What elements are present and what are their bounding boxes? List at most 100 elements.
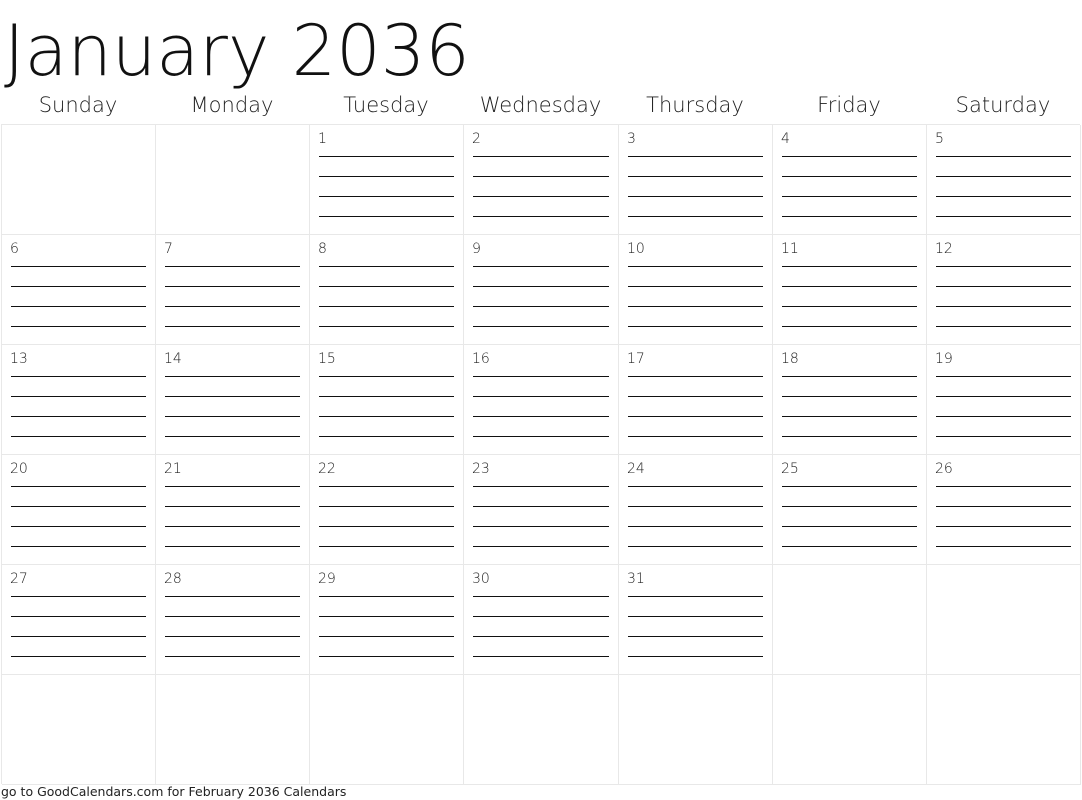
writing-line — [782, 266, 917, 267]
day-number: 18 — [781, 351, 799, 367]
writing-line — [473, 486, 609, 487]
writing-line — [165, 376, 300, 377]
day-number: 15 — [318, 351, 336, 367]
writing-line — [473, 196, 609, 197]
writing-line — [319, 326, 454, 327]
day-cell: 31 — [619, 565, 773, 675]
writing-line — [628, 306, 763, 307]
writing-line — [319, 636, 454, 637]
writing-line — [11, 596, 146, 597]
writing-line — [473, 286, 609, 287]
writing-line — [11, 546, 146, 547]
writing-line — [628, 156, 763, 157]
writing-line — [319, 376, 454, 377]
writing-line — [936, 176, 1071, 177]
writing-line — [473, 616, 609, 617]
writing-line — [473, 326, 609, 327]
empty-cell — [773, 565, 927, 675]
writing-line — [11, 306, 146, 307]
day-number: 31 — [627, 571, 645, 587]
writing-line — [782, 396, 917, 397]
day-cell: 3 — [619, 125, 773, 235]
writing-line — [165, 656, 300, 657]
writing-line — [319, 596, 454, 597]
day-number: 26 — [935, 461, 953, 477]
writing-line — [319, 656, 454, 657]
writing-line — [628, 326, 763, 327]
writing-line — [319, 546, 454, 547]
day-number: 24 — [627, 461, 645, 477]
day-number: 29 — [318, 571, 336, 587]
day-number: 28 — [164, 571, 182, 587]
writing-line — [628, 216, 763, 217]
writing-line — [165, 436, 300, 437]
writing-line — [628, 616, 763, 617]
writing-line — [319, 266, 454, 267]
writing-line — [936, 326, 1071, 327]
writing-line — [782, 156, 917, 157]
writing-line — [11, 486, 146, 487]
writing-line — [319, 216, 454, 217]
writing-line — [936, 156, 1071, 157]
writing-line — [936, 416, 1071, 417]
writing-line — [628, 656, 763, 657]
writing-line — [782, 306, 917, 307]
writing-line — [628, 636, 763, 637]
day-cell: 30 — [464, 565, 619, 675]
writing-line — [473, 636, 609, 637]
day-number: 4 — [781, 131, 790, 147]
empty-cell — [156, 125, 310, 235]
day-cell: 8 — [310, 235, 464, 345]
writing-line — [165, 506, 300, 507]
day-cell: 29 — [310, 565, 464, 675]
writing-line — [936, 486, 1071, 487]
day-number: 6 — [10, 241, 19, 257]
writing-line — [165, 526, 300, 527]
writing-line — [782, 506, 917, 507]
writing-line — [628, 506, 763, 507]
writing-line — [782, 526, 917, 527]
writing-line — [628, 396, 763, 397]
day-cell: 7 — [156, 235, 310, 345]
writing-line — [782, 286, 917, 287]
day-cell: 9 — [464, 235, 619, 345]
day-cell: 22 — [310, 455, 464, 565]
writing-line — [165, 266, 300, 267]
writing-line — [473, 596, 609, 597]
writing-line — [165, 636, 300, 637]
writing-line — [936, 376, 1071, 377]
writing-line — [628, 416, 763, 417]
writing-line — [319, 416, 454, 417]
writing-line — [11, 616, 146, 617]
writing-line — [473, 266, 609, 267]
day-number: 14 — [164, 351, 182, 367]
calendar-grid: 1 2 3 4 5 6 7 8 9 10 11 12 13 14 15 16 17 18 19 20 21 22 23 24 2… — [1, 124, 1081, 785]
writing-line — [165, 306, 300, 307]
writing-line — [165, 326, 300, 327]
day-cell: 28 — [156, 565, 310, 675]
day-number: 20 — [10, 461, 28, 477]
writing-line — [628, 486, 763, 487]
writing-line — [473, 416, 609, 417]
day-number: 22 — [318, 461, 336, 477]
writing-line — [473, 526, 609, 527]
writing-line — [936, 216, 1071, 217]
writing-line — [11, 266, 146, 267]
day-number: 23 — [472, 461, 490, 477]
writing-line — [628, 286, 763, 287]
writing-line — [782, 376, 917, 377]
writing-line — [782, 326, 917, 327]
writing-line — [11, 286, 146, 287]
weekday-wednesday: Wednesday — [479, 93, 602, 117]
writing-line — [319, 436, 454, 437]
writing-line — [628, 266, 763, 267]
writing-line — [11, 416, 146, 417]
writing-line — [936, 196, 1071, 197]
writing-line — [936, 526, 1071, 527]
day-number: 9 — [472, 241, 481, 257]
empty-cell — [2, 125, 156, 235]
weekday-monday: Monday — [190, 93, 274, 117]
footer-link[interactable]: go to GoodCalendars.com for February 203… — [1, 784, 346, 799]
weekday-saturday: Saturday — [955, 93, 1051, 117]
day-cell: 21 — [156, 455, 310, 565]
